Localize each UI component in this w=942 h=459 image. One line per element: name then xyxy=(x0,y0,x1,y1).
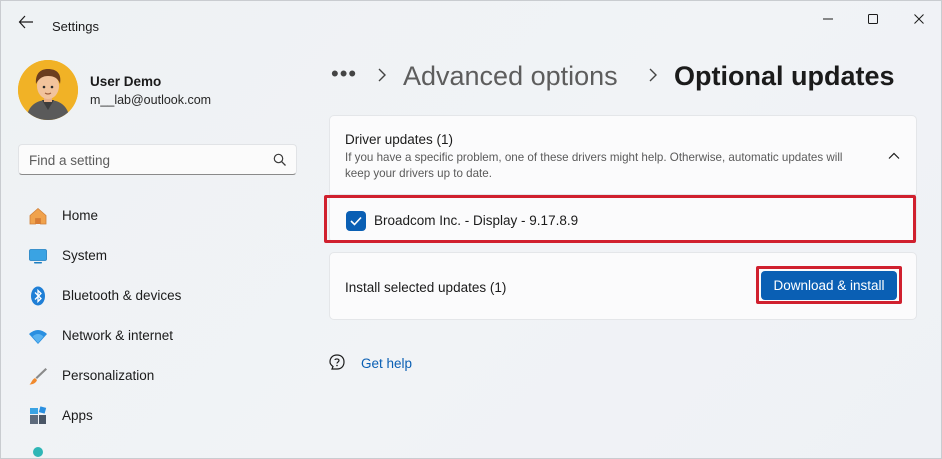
sidebar-item-bluetooth[interactable]: Bluetooth & devices xyxy=(21,278,291,314)
avatar[interactable] xyxy=(18,60,78,120)
close-button[interactable] xyxy=(905,9,933,29)
search-box[interactable] xyxy=(18,144,297,175)
monitor-icon xyxy=(29,249,47,264)
user-email: m__lab@outlook.com xyxy=(90,93,212,107)
sidebar-item-network[interactable]: Network & internet xyxy=(21,318,291,354)
sidebar-item-label: Apps xyxy=(62,408,93,423)
bluetooth-icon xyxy=(31,286,45,306)
user-avatar-icon xyxy=(18,60,78,120)
driver-updates-title: Driver updates (1) xyxy=(345,132,454,147)
brush-icon xyxy=(29,368,47,385)
checkmark-icon xyxy=(350,216,362,226)
search-input[interactable] xyxy=(29,151,259,169)
minimize-icon xyxy=(823,18,833,20)
breadcrumb-more-button[interactable]: ••• xyxy=(331,61,357,87)
page-title: Optional updates xyxy=(674,61,895,91)
breadcrumb-advanced-options[interactable]: Advanced options xyxy=(403,61,618,92)
minimize-button[interactable] xyxy=(814,9,842,29)
back-button[interactable] xyxy=(15,13,37,31)
driver-updates-description: If you have a specific problem, one of t… xyxy=(345,151,843,180)
help-icon xyxy=(329,354,345,370)
download-install-button[interactable]: Download & install xyxy=(761,271,897,300)
app-title: Settings xyxy=(52,19,99,34)
sidebar-item-label: Network & internet xyxy=(62,328,174,343)
maximize-button[interactable] xyxy=(859,9,887,29)
apps-icon xyxy=(30,406,47,424)
sidebar-item-partial-icon xyxy=(33,447,43,457)
chevron-up-icon[interactable] xyxy=(886,150,902,162)
chevron-right-icon xyxy=(649,68,657,82)
maximize-icon xyxy=(868,14,878,24)
home-icon xyxy=(29,207,47,225)
sidebar-item-label: Home xyxy=(62,208,99,223)
wifi-icon xyxy=(29,330,47,344)
install-selected-label: Install selected updates (1) xyxy=(345,280,507,295)
sidebar-item-personalization[interactable]: Personalization xyxy=(21,358,291,394)
get-help-link[interactable]: Get help xyxy=(361,356,412,371)
chevron-right-icon xyxy=(378,68,386,82)
driver-checkbox[interactable] xyxy=(346,211,366,231)
close-icon xyxy=(914,14,924,24)
sidebar-item-label: System xyxy=(62,248,108,263)
sidebar-item-system[interactable]: System xyxy=(21,238,291,274)
sidebar-item-apps[interactable]: Apps xyxy=(21,398,291,434)
search-icon[interactable] xyxy=(273,153,287,167)
driver-name: Broadcom Inc. - Display - 9.17.8.9 xyxy=(374,213,579,228)
title-bar: Settings xyxy=(1,1,941,41)
sidebar-item-home[interactable]: Home xyxy=(21,198,291,234)
back-arrow-icon xyxy=(18,15,33,29)
sidebar-item-label: Bluetooth & devices xyxy=(62,288,182,303)
user-name: User Demo xyxy=(90,74,162,89)
driver-updates-header[interactable]: Driver updates (1) If you have a specifi… xyxy=(329,115,917,195)
sidebar-item-label: Personalization xyxy=(62,368,155,383)
settings-window: Settings User Demo m__lab@outlook.com Fi… xyxy=(0,0,942,459)
